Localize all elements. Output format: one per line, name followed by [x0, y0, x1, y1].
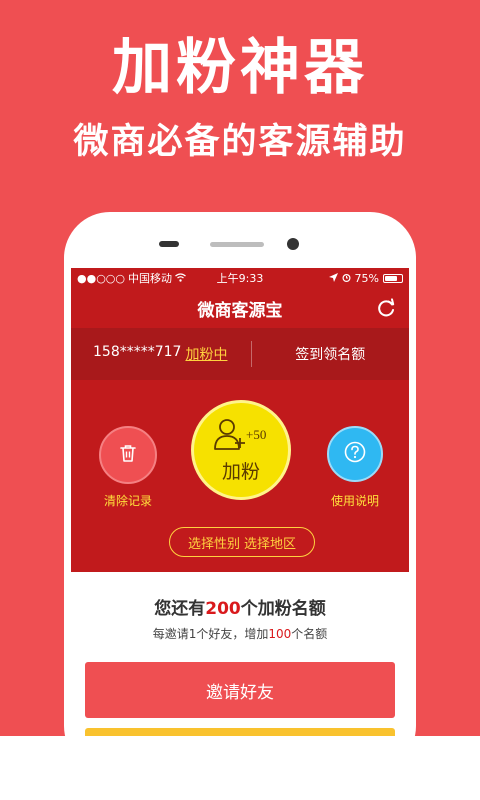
quota-suffix: 个加粉名额 [240, 599, 326, 619]
refresh-icon[interactable] [375, 297, 397, 319]
quota-section: 您还有200个加粉名额 每邀请1个好友，增加100个名额 [71, 572, 409, 642]
add-fans-button[interactable]: +50 加粉 [191, 400, 291, 500]
select-gender-label: 选择性别 [187, 536, 240, 552]
phone-number: 158*****717 [93, 344, 182, 360]
signin-button[interactable]: 签到领名额 [252, 344, 410, 364]
account-info-bar: 158*****717 加粉中 签到领名额 [71, 328, 409, 380]
clear-records-label: 清除记录 [103, 494, 152, 508]
quota-prefix: 您还有 [154, 599, 206, 619]
add-user-icon: +50 [214, 417, 268, 455]
carrier-label: 中国移动 [128, 272, 172, 285]
clear-records-button[interactable] [99, 426, 157, 484]
phone-screen: ●●○○○ 中国移动 上午9:33 75% 微商客源宝 158*****717 … [71, 268, 409, 736]
battery-percent: 75% [354, 271, 379, 285]
add-fans-label: 加粉 [221, 460, 260, 483]
invite-friends-button[interactable]: 邀请好友 [85, 662, 395, 718]
question-icon [344, 441, 366, 467]
location-icon [328, 272, 338, 285]
secondary-button[interactable] [85, 728, 395, 736]
alarm-icon [342, 272, 351, 285]
help-label: 使用说明 [330, 494, 379, 508]
quota-subtext: 每邀请1个好友，增加100个名额 [71, 625, 409, 642]
phone-frame: ●●○○○ 中国移动 上午9:33 75% 微商客源宝 158*****717 … [64, 212, 416, 736]
select-region-label: 选择地区 [244, 536, 297, 552]
help-button[interactable] [327, 426, 383, 482]
app-title: 微商客源宝 [197, 300, 283, 321]
select-filter-button[interactable]: 选择性别 选择地区 [169, 527, 315, 557]
action-panel: 清除记录 +50 加粉 使用说明 选择性别 选择地区 [71, 380, 409, 572]
wifi-icon [175, 272, 186, 285]
promo-background: 加粉神器 微商必备的客源辅助 ●●○○○ 中国移动 上午9:33 75% 微商客… [0, 0, 480, 736]
quota-sub-count: 100 [268, 627, 292, 641]
quota-sub-suffix: 个名额 [291, 627, 328, 641]
trash-icon [118, 443, 138, 467]
battery-icon [383, 273, 403, 283]
speaker-icon [210, 242, 264, 247]
sensor-icon [159, 241, 179, 247]
quota-sub-prefix: 每邀请1个好友，增加 [152, 627, 269, 641]
signal-icon: ●●○○○ [77, 271, 125, 285]
quota-count: 200 [205, 599, 241, 619]
status-bar: ●●○○○ 中国移动 上午9:33 75% [71, 268, 409, 288]
quota-text: 您还有200个加粉名额 [71, 594, 409, 619]
camera-icon [287, 238, 299, 250]
promo-subtitle: 微商必备的客源辅助 [73, 122, 407, 162]
promo-title: 加粉神器 [112, 33, 368, 103]
status-link[interactable]: 加粉中 [185, 344, 227, 364]
app-header: 微商客源宝 [71, 288, 409, 328]
add-badge-text: +50 [246, 427, 266, 442]
